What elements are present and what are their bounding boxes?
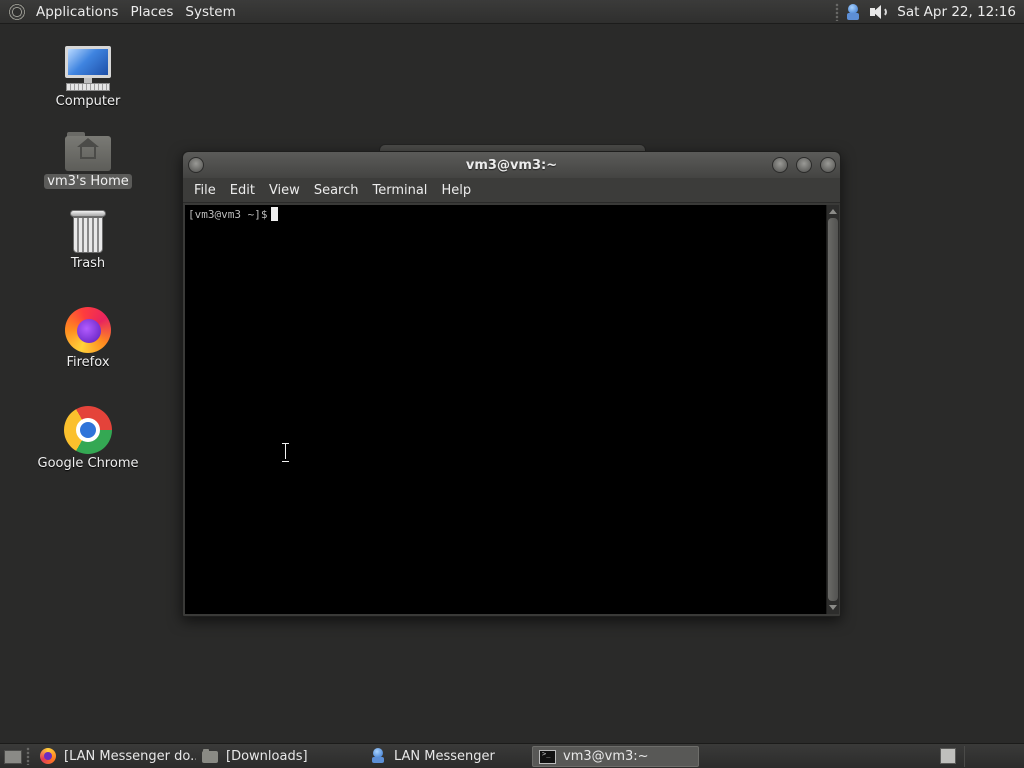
- task-label: [LAN Messenger do...: [64, 748, 196, 764]
- lan-messenger-icon: [370, 748, 386, 764]
- system-tray: Sat Apr 22, 12:16: [835, 0, 1024, 24]
- chrome-icon: [64, 406, 112, 454]
- window-titlebar[interactable]: vm3@vm3:~: [183, 152, 840, 178]
- task-terminal[interactable]: vm3@vm3:~: [532, 745, 699, 767]
- desktop-icon-firefox[interactable]: Firefox: [33, 307, 143, 370]
- ibeam-cursor-icon: [281, 443, 290, 462]
- text-cursor: [271, 207, 279, 221]
- task-lan-messenger[interactable]: LAN Messenger: [364, 746, 532, 767]
- computer-icon: [63, 46, 113, 92]
- minimize-button[interactable]: [772, 157, 788, 173]
- bottom-panel: [LAN Messenger do... [Downloads] LAN Mes…: [0, 743, 1024, 768]
- scroll-down-arrow-icon[interactable]: [829, 605, 837, 610]
- prompt-line: [vm3@vm3 ~]$: [188, 206, 823, 222]
- desktop-icon-label: vm3's Home: [44, 174, 132, 189]
- distro-logo-icon[interactable]: [8, 2, 26, 21]
- window-menu-button[interactable]: [188, 157, 204, 173]
- workspace-area[interactable]: [964, 745, 1024, 767]
- show-desktop-icon[interactable]: [2, 748, 22, 764]
- task-label: LAN Messenger: [394, 748, 495, 764]
- top-panel: Applications Places System Sat Apr 22, 1…: [0, 0, 1024, 24]
- shell-prompt: [vm3@vm3 ~]$: [188, 207, 268, 221]
- scrollbar-thumb[interactable]: [828, 218, 838, 601]
- system-menu[interactable]: System: [179, 4, 241, 20]
- firefox-icon: [65, 307, 111, 353]
- terminal-menubar: File Edit View Search Terminal Help: [183, 178, 840, 203]
- terminal-icon: [539, 748, 556, 764]
- lan-messenger-tray-icon[interactable]: [845, 3, 861, 20]
- firefox-icon: [40, 748, 56, 764]
- clock[interactable]: Sat Apr 22, 12:16: [893, 4, 1024, 20]
- desktop-icon-home[interactable]: vm3's Home: [33, 130, 143, 189]
- close-button[interactable]: [820, 157, 836, 173]
- places-menu[interactable]: Places: [124, 4, 179, 20]
- menu-file[interactable]: File: [187, 183, 223, 198]
- task-label: [Downloads]: [226, 748, 308, 764]
- volume-icon[interactable]: [869, 4, 888, 20]
- top-menu: Applications Places System: [0, 0, 242, 24]
- menu-terminal[interactable]: Terminal: [365, 183, 434, 198]
- workspace-switcher[interactable]: [940, 748, 956, 764]
- desktop-icon-label: Google Chrome: [37, 456, 139, 471]
- desktop-icon-label: Computer: [55, 94, 121, 109]
- desktop-icon-trash[interactable]: Trash: [33, 210, 143, 271]
- panel-handle[interactable]: [835, 2, 840, 21]
- desktop-icon-label: Trash: [70, 256, 106, 271]
- applications-menu[interactable]: Applications: [30, 4, 124, 20]
- task-firefox[interactable]: [LAN Messenger do...: [34, 746, 196, 767]
- menu-edit[interactable]: Edit: [223, 183, 262, 198]
- menu-view[interactable]: View: [262, 183, 307, 198]
- task-label: vm3@vm3:~: [563, 748, 649, 764]
- home-folder-icon: [65, 132, 111, 172]
- window-title: vm3@vm3:~: [465, 157, 558, 173]
- desktop-icon-computer[interactable]: Computer: [33, 46, 143, 109]
- menu-search[interactable]: Search: [307, 183, 366, 198]
- panel-handle[interactable]: [26, 747, 30, 765]
- desktop-icon-chrome[interactable]: Google Chrome: [33, 406, 143, 471]
- terminal-output[interactable]: [vm3@vm3 ~]$: [185, 205, 826, 614]
- maximize-button[interactable]: [796, 157, 812, 173]
- menu-help[interactable]: Help: [434, 183, 478, 198]
- trash-icon: [69, 210, 107, 254]
- task-downloads[interactable]: [Downloads]: [196, 746, 364, 767]
- scroll-up-arrow-icon[interactable]: [829, 209, 837, 214]
- desktop-icon-label: Firefox: [66, 355, 110, 370]
- terminal-window: vm3@vm3:~ File Edit View Search Terminal…: [182, 151, 841, 617]
- folder-icon: [202, 748, 218, 764]
- terminal-scrollbar[interactable]: [826, 205, 839, 614]
